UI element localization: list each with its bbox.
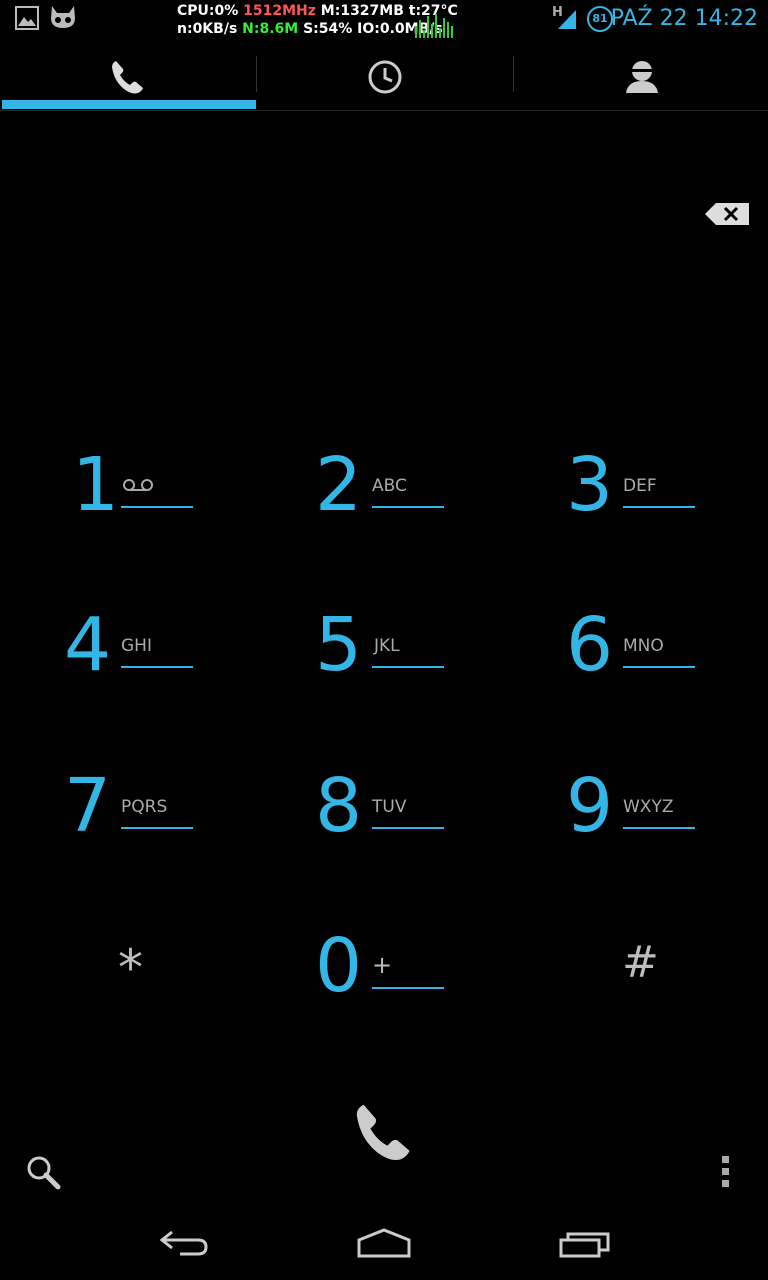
key-7[interactable]: 7 PQRS bbox=[40, 761, 260, 881]
key-2[interactable]: 2 ABC bbox=[291, 440, 511, 560]
tab-indicator bbox=[2, 100, 256, 109]
battery-icon: 81 bbox=[587, 6, 613, 32]
key-underline bbox=[121, 506, 193, 508]
phone-icon bbox=[356, 1104, 410, 1161]
overflow-menu-button[interactable] bbox=[720, 1155, 732, 1189]
key-digit: 9 bbox=[566, 763, 613, 849]
key-letters: ABC bbox=[372, 476, 407, 496]
home-icon bbox=[357, 1228, 411, 1258]
home-button[interactable] bbox=[356, 1226, 412, 1260]
recent-apps-button[interactable] bbox=[558, 1226, 612, 1260]
cpu-stat: CPU:0% bbox=[177, 3, 239, 19]
key-letters: MNO bbox=[623, 636, 664, 656]
gallery-notification-icon bbox=[15, 6, 39, 30]
key-digit: 1 bbox=[72, 442, 119, 528]
key-underline bbox=[623, 506, 695, 508]
cyanogenmod-notification-icon bbox=[51, 6, 75, 28]
key-hash[interactable]: # bbox=[542, 921, 762, 1041]
search-button[interactable] bbox=[24, 1153, 62, 1191]
cpu-freq-stat: 1512MHz bbox=[243, 3, 316, 19]
status-bar: CPU:0% 1512MHz M:1327MB t:27°C n:0KB/s N… bbox=[0, 0, 768, 40]
key-letters: DEF bbox=[623, 476, 657, 496]
key-6[interactable]: 6 MNO bbox=[542, 600, 762, 720]
key-3[interactable]: 3 DEF bbox=[542, 440, 762, 560]
phone-icon bbox=[112, 61, 143, 94]
key-letters: TUV bbox=[372, 797, 407, 817]
clock: PAŹ 22 14:22 bbox=[610, 6, 758, 31]
net-in-stat: n:0KB/s bbox=[177, 21, 238, 37]
key-star[interactable]: * bbox=[40, 921, 260, 1041]
key-letters: JKL bbox=[374, 636, 400, 656]
key-underline bbox=[372, 827, 444, 829]
key-digit: 7 bbox=[64, 763, 111, 849]
key-letters: PQRS bbox=[121, 797, 168, 817]
key-letters: GHI bbox=[121, 636, 152, 656]
key-underline bbox=[623, 666, 695, 668]
backspace-icon[interactable] bbox=[704, 202, 750, 226]
key-underline bbox=[121, 827, 193, 829]
key-underline bbox=[372, 506, 444, 508]
key-underline bbox=[121, 666, 193, 668]
voicemail-icon bbox=[123, 479, 153, 491]
key-8[interactable]: 8 TUV bbox=[291, 761, 511, 881]
clock-icon bbox=[368, 60, 402, 94]
back-button[interactable] bbox=[158, 1226, 210, 1260]
key-digit: 5 bbox=[315, 602, 362, 688]
key-digit: 2 bbox=[315, 442, 362, 528]
key-digit: 0 bbox=[315, 923, 362, 1009]
net-stat: N:8.6M bbox=[242, 21, 299, 37]
key-letters: WXYZ bbox=[623, 797, 674, 817]
recent-apps-icon bbox=[559, 1232, 610, 1258]
activity-graph bbox=[415, 14, 453, 38]
tab-call-log[interactable] bbox=[257, 44, 513, 110]
overflow-menu-icon bbox=[722, 1156, 729, 1187]
key-9[interactable]: 9 WXYZ bbox=[542, 761, 762, 881]
call-button[interactable] bbox=[350, 1098, 418, 1166]
key-letters: + bbox=[372, 951, 393, 979]
key-underline bbox=[372, 666, 444, 668]
key-digit: # bbox=[622, 937, 659, 988]
key-4[interactable]: 4 GHI bbox=[40, 600, 260, 720]
navigation-bar bbox=[0, 1200, 768, 1280]
key-5[interactable]: 5 JKL bbox=[291, 600, 511, 720]
key-digit: 4 bbox=[64, 602, 111, 688]
contacts-icon bbox=[626, 61, 658, 93]
key-digit: * bbox=[118, 939, 143, 997]
key-digit: 8 bbox=[315, 763, 362, 849]
key-digit: 6 bbox=[566, 602, 613, 688]
key-underline bbox=[372, 987, 444, 989]
back-icon bbox=[159, 1230, 208, 1256]
search-icon bbox=[27, 1156, 61, 1190]
signal-icon bbox=[558, 10, 576, 29]
key-underline bbox=[623, 827, 695, 829]
key-1[interactable]: 1 bbox=[40, 440, 260, 560]
key-digit: 3 bbox=[566, 442, 613, 528]
key-0[interactable]: 0 + bbox=[291, 921, 511, 1041]
tab-contacts[interactable] bbox=[514, 44, 768, 110]
